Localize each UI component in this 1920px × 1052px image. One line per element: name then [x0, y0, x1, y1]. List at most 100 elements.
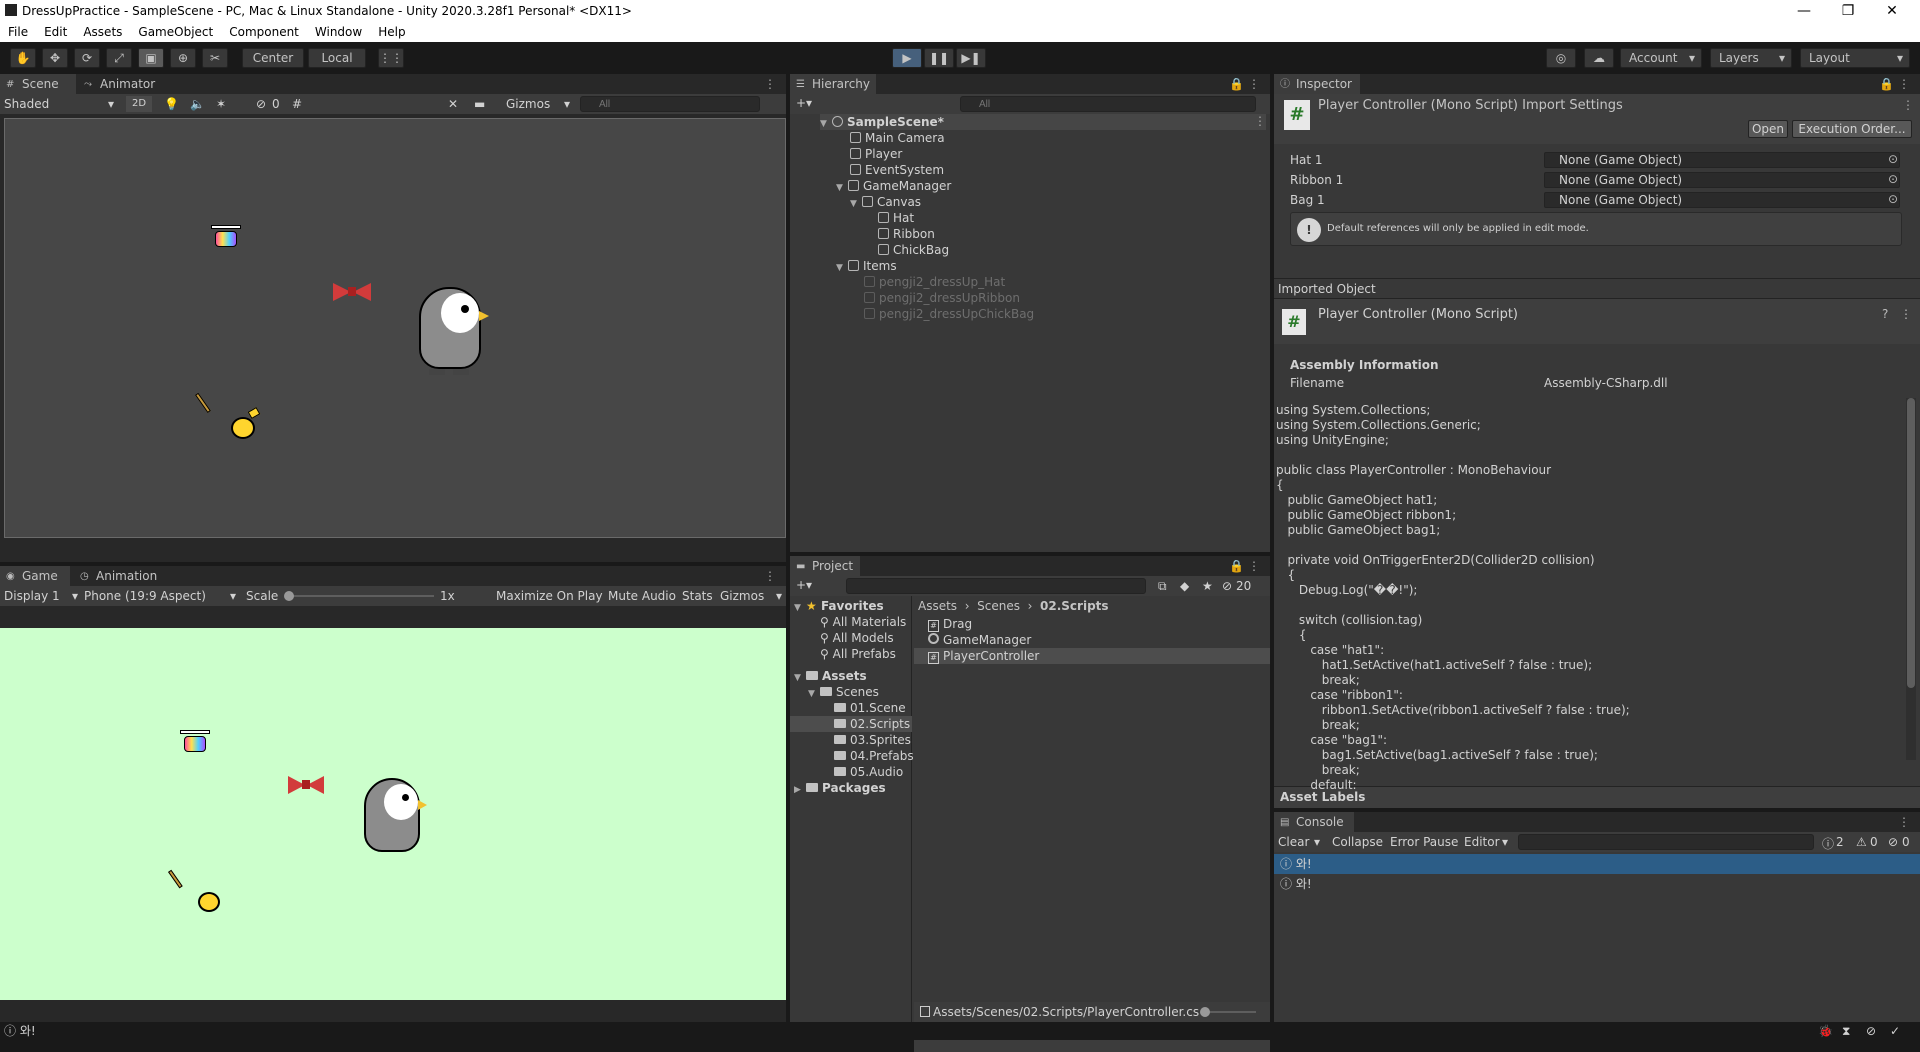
more-options-icon[interactable]: ⋮: [1900, 307, 1912, 321]
gizmos-dropdown[interactable]: Gizmos ▾: [506, 96, 570, 112]
hierarchy-item-player[interactable]: Player: [850, 146, 902, 162]
folder-04-prefabs[interactable]: 04.Prefabs: [834, 748, 914, 764]
breadcrumb-scenes[interactable]: Scenes: [977, 599, 1020, 613]
menu-assets[interactable]: Assets: [83, 25, 122, 39]
lock-icon[interactable]: 🔒: [1229, 77, 1244, 91]
shading-dropdown[interactable]: Shaded ▾: [4, 96, 118, 112]
minimize-button[interactable]: —: [1782, 0, 1826, 22]
hierarchy-item-items[interactable]: ▼ Items: [836, 258, 897, 274]
rect-tool-icon[interactable]: ▣: [138, 48, 164, 68]
file-playercontroller[interactable]: # PlayerController: [914, 648, 1270, 664]
player-penguin-sprite[interactable]: [415, 277, 491, 377]
console-log-row[interactable]: ⓘ 와!: [1274, 874, 1920, 894]
scale-slider[interactable]: [288, 595, 434, 597]
hierarchy-item-eventsystem[interactable]: EventSystem: [850, 162, 944, 178]
clear-options-chevron-icon[interactable]: ▾: [1314, 835, 1320, 849]
menu-file[interactable]: File: [8, 25, 28, 39]
more-options-icon[interactable]: ⋮: [1902, 98, 1914, 112]
effects-icon[interactable]: ✶: [216, 97, 226, 111]
scale-slider-thumb[interactable]: [284, 591, 294, 601]
maximize-on-play-button[interactable]: Maximize On Play: [496, 589, 603, 603]
log-count-icon[interactable]: ⓘ: [1822, 835, 1834, 852]
aspect-dropdown[interactable]: Phone (19:9 Aspect) ▾: [84, 588, 236, 604]
favorite-all-prefabs[interactable]: ⚲ All Prefabs: [820, 646, 896, 662]
more-options-icon[interactable]: ⋮: [1254, 114, 1266, 128]
hierarchy-item-gamemanager[interactable]: ▼ GameManager: [836, 178, 951, 194]
hierarchy-item-ribbon[interactable]: Ribbon: [878, 226, 935, 242]
scenes-folder[interactable]: ▼ Scenes: [808, 684, 879, 700]
grid-snap-icon[interactable]: ⋮⋮: [378, 48, 404, 68]
lock-icon[interactable]: 🔒: [1229, 559, 1244, 573]
object-picker-icon[interactable]: ⊙: [1888, 152, 1898, 166]
icon-size-slider-thumb[interactable]: [1200, 1007, 1210, 1017]
scale-tool-icon[interactable]: ⤢: [106, 48, 132, 68]
menu-gameobject[interactable]: GameObject: [138, 25, 213, 39]
more-options-icon[interactable]: ⋮: [1898, 815, 1910, 829]
rotate-tool-icon[interactable]: ⟳: [74, 48, 100, 68]
editor-dropdown[interactable]: Editor: [1464, 835, 1500, 849]
execution-order-button[interactable]: Execution Order...: [1792, 120, 1912, 138]
code-scrollbar[interactable]: [1906, 398, 1916, 760]
hierarchy-item-dressup-hat[interactable]: pengji2_dressUp_Hat: [864, 274, 1005, 290]
tab-scene[interactable]: # Scene: [0, 74, 76, 94]
favorite-all-materials[interactable]: ⚲ All Materials: [820, 614, 906, 630]
search-by-type-icon[interactable]: ⧉: [1158, 579, 1167, 594]
bug-icon[interactable]: 🐞: [1818, 1022, 1833, 1040]
folder-03-sprites[interactable]: 03.Sprites: [834, 732, 911, 748]
play-button[interactable]: ▶: [892, 48, 922, 68]
hierarchy-item-main-camera[interactable]: Main Camera: [850, 130, 945, 146]
more-options-icon[interactable]: ⋮: [764, 77, 776, 91]
object-picker-icon[interactable]: ⊙: [1888, 172, 1898, 186]
hierarchy-item-dressup-chickbag[interactable]: pengji2_dressUpChickBag: [864, 306, 1034, 322]
warning-count-icon[interactable]: ⚠: [1856, 835, 1867, 849]
clear-button[interactable]: Clear: [1278, 835, 1309, 849]
project-search-input[interactable]: [846, 578, 1146, 594]
camera-icon[interactable]: ▬: [474, 97, 485, 111]
transform-tool-icon[interactable]: ⊕: [170, 48, 196, 68]
field-ribbon1[interactable]: None (Game Object): [1544, 172, 1900, 188]
menu-edit[interactable]: Edit: [44, 25, 67, 39]
auto-generate-lighting-icon[interactable]: ✓: [1890, 1022, 1900, 1040]
scene-search-input[interactable]: [580, 96, 760, 112]
hierarchy-scene-row[interactable]: ▼ SampleScene*: [820, 114, 1266, 130]
hidden-packages-icon[interactable]: ⊘: [1222, 579, 1232, 593]
game-gizmos-dropdown[interactable]: Gizmos ▾: [720, 588, 782, 604]
collapse-button[interactable]: Collapse: [1332, 835, 1383, 849]
lock-icon[interactable]: 🔒: [1879, 77, 1894, 91]
folder-02-scripts[interactable]: 02.Scripts: [790, 716, 912, 732]
hierarchy-search-input[interactable]: [960, 96, 1256, 112]
tab-console[interactable]: ▤ Console: [1274, 812, 1354, 832]
breadcrumb-current[interactable]: 02.Scripts: [1040, 599, 1109, 613]
search-by-label-icon[interactable]: ◆: [1180, 579, 1189, 593]
audio-icon[interactable]: 🔈: [190, 97, 205, 111]
hierarchy-item-chickbag[interactable]: ChickBag: [878, 242, 949, 258]
close-button[interactable]: ✕: [1870, 0, 1914, 22]
scene-viewport[interactable]: [4, 118, 786, 538]
menu-window[interactable]: Window: [315, 25, 362, 39]
favorite-star-icon[interactable]: ★: [1202, 579, 1213, 593]
tab-animation[interactable]: ◷ Animation: [74, 566, 164, 586]
maximize-button[interactable]: ❐: [1826, 0, 1870, 22]
hierarchy-item-dressup-ribbon[interactable]: pengji2_dressUpRibbon: [864, 290, 1020, 306]
field-hat1[interactable]: None (Game Object): [1544, 152, 1900, 168]
game-viewport[interactable]: [0, 628, 786, 1000]
hierarchy-item-canvas[interactable]: ▼ Canvas: [850, 194, 921, 210]
folder-01-scene[interactable]: 01.Scene: [834, 700, 906, 716]
custom-tool-icon[interactable]: ✂: [202, 48, 228, 68]
breadcrumb-assets[interactable]: Assets: [918, 599, 957, 613]
display-dropdown[interactable]: Display 1 ▾: [4, 588, 78, 604]
more-options-icon[interactable]: ⋮: [764, 569, 776, 583]
favorites-folder[interactable]: ▼ ★ Favorites: [794, 598, 884, 614]
packages-folder[interactable]: ▶ Packages: [794, 780, 886, 796]
error-count-icon[interactable]: ⊘: [1888, 835, 1898, 849]
hat-sprite[interactable]: [209, 225, 243, 251]
cloud-icon[interactable]: ☁: [1584, 48, 1614, 68]
grid-toggle-icon[interactable]: #: [292, 97, 302, 111]
object-picker-icon[interactable]: ⊙: [1888, 192, 1898, 206]
progress-icon[interactable]: ⧗: [1842, 1022, 1850, 1040]
tools-icon[interactable]: ✕: [448, 97, 458, 111]
assets-folder[interactable]: ▼ Assets: [794, 668, 867, 684]
collab-icon[interactable]: ◎: [1546, 48, 1576, 68]
file-drag[interactable]: # Drag: [928, 616, 972, 632]
move-tool-icon[interactable]: ✥: [42, 48, 68, 68]
